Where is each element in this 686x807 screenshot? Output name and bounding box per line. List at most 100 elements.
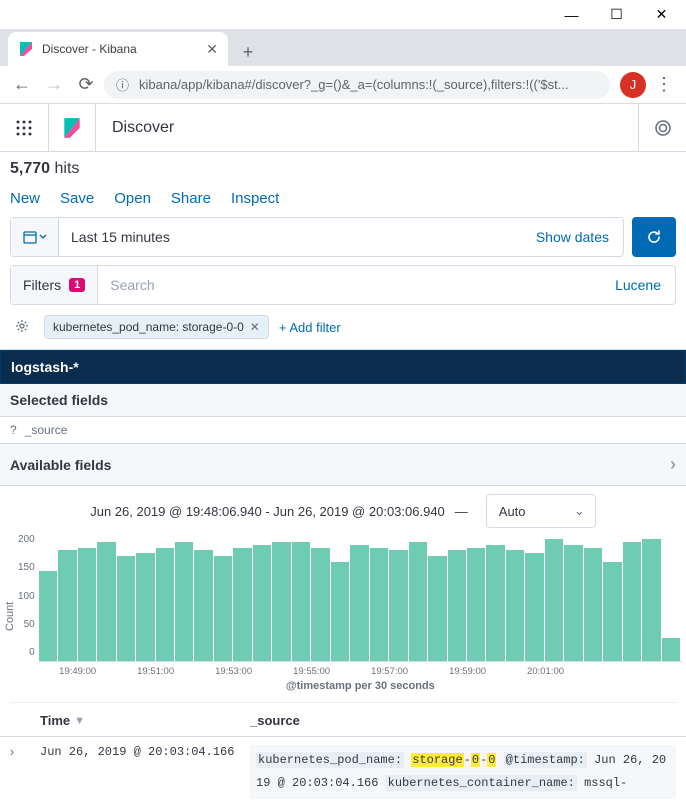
chart-bar[interactable]: [564, 545, 582, 661]
column-time[interactable]: Time▼: [40, 713, 250, 728]
results-table-header: Time▼ _source: [0, 705, 686, 737]
chart-bars[interactable]: [39, 532, 682, 662]
chart-bar[interactable]: [370, 548, 388, 661]
chevron-right-icon: ›: [670, 454, 676, 475]
kibana-logo-icon[interactable]: [48, 104, 96, 152]
chart-bar[interactable]: [292, 542, 310, 661]
x-axis-ticks: 19:49:0019:51:0019:53:0019:55:0019:57:00…: [39, 662, 682, 676]
chart-bar[interactable]: [662, 638, 680, 661]
new-link[interactable]: New: [10, 190, 40, 207]
window-titlebar: — ☐ ✕: [0, 0, 686, 30]
chart-bar[interactable]: [584, 548, 602, 661]
sort-desc-icon: ▼: [74, 715, 85, 727]
chart-bar[interactable]: [311, 548, 329, 661]
chart-bar[interactable]: [331, 562, 349, 661]
share-link[interactable]: Share: [171, 190, 211, 207]
new-tab-button[interactable]: +: [234, 38, 262, 66]
y-axis-label: Count: [2, 532, 18, 700]
datepicker[interactable]: Last 15 minutes Show dates: [10, 217, 624, 257]
window-minimize[interactable]: —: [549, 1, 594, 29]
add-filter-link[interactable]: + Add filter: [279, 320, 341, 335]
chart-bar[interactable]: [58, 550, 76, 661]
query-language-link[interactable]: Lucene: [601, 277, 675, 293]
filter-settings-icon[interactable]: [10, 319, 34, 336]
table-row: › Jun 26, 2019 @ 20:03:04.166 kubernetes…: [0, 737, 686, 807]
browser-tab[interactable]: Discover - Kibana ✕: [8, 32, 228, 66]
reload-button[interactable]: ⟳: [72, 71, 100, 99]
chart-bar[interactable]: [428, 556, 446, 661]
chevron-down-icon: ⌄: [574, 503, 585, 519]
site-info-icon: ⓘ: [116, 75, 129, 94]
chart-bar[interactable]: [350, 545, 368, 661]
tab-close-icon[interactable]: ✕: [206, 41, 218, 58]
calendar-icon[interactable]: [11, 218, 59, 256]
interval-select[interactable]: Auto ⌄: [486, 494, 596, 528]
chart-bar[interactable]: [506, 550, 524, 661]
row-source: kubernetes_pod_name: storage-0-0 @timest…: [250, 745, 676, 799]
browser-menu-icon[interactable]: ⋮: [650, 74, 678, 95]
filter-bar: kubernetes_pod_name: storage-0-0 ✕ + Add…: [0, 313, 686, 350]
selected-fields-header: Selected fields: [0, 384, 686, 417]
remove-filter-icon[interactable]: ✕: [250, 320, 260, 334]
address-bar[interactable]: ⓘ kibana/app/kibana#/discover?_g=()&_a=(…: [104, 71, 610, 99]
save-link[interactable]: Save: [60, 190, 94, 207]
chart-bar[interactable]: [194, 550, 212, 661]
chart-bar[interactable]: [642, 539, 660, 661]
date-range-text: Last 15 minutes: [59, 229, 522, 245]
chart-bar[interactable]: [78, 548, 96, 661]
filters-count-badge: 1: [69, 278, 85, 292]
chart-bar[interactable]: [525, 553, 543, 661]
url-text: kibana/app/kibana#/discover?_g=()&_a=(co…: [139, 77, 569, 92]
browser-toolbar: ← → ⟳ ⓘ kibana/app/kibana#/discover?_g=(…: [0, 66, 686, 104]
inspect-link[interactable]: Inspect: [231, 190, 279, 207]
show-dates-link[interactable]: Show dates: [522, 229, 623, 245]
chart-bar[interactable]: [253, 545, 271, 661]
column-source[interactable]: _source: [250, 713, 676, 728]
chart-bar[interactable]: [117, 556, 135, 661]
y-axis-ticks: 200150100500: [18, 532, 39, 672]
chart-bar[interactable]: [233, 548, 251, 661]
available-fields-header[interactable]: Available fields ›: [0, 444, 686, 486]
row-timestamp: Jun 26, 2019 @ 20:03:04.166: [40, 745, 250, 759]
hits-count: 5,770 hits: [0, 152, 686, 186]
chart-bar[interactable]: [467, 548, 485, 661]
refresh-button[interactable]: [632, 217, 676, 257]
app-switcher-icon[interactable]: [0, 120, 48, 136]
chart-bar[interactable]: [175, 542, 193, 661]
chart-bar[interactable]: [486, 545, 504, 661]
back-button[interactable]: ←: [8, 71, 36, 99]
header-help-icon[interactable]: [638, 104, 686, 152]
chart-bar[interactable]: [623, 542, 641, 661]
window-maximize[interactable]: ☐: [594, 1, 639, 29]
tab-title: Discover - Kibana: [42, 42, 206, 56]
filter-pill[interactable]: kubernetes_pod_name: storage-0-0 ✕: [44, 315, 269, 339]
expand-row-icon[interactable]: ›: [10, 745, 40, 759]
chart-bar[interactable]: [603, 562, 621, 661]
chart-bar[interactable]: [214, 556, 232, 661]
chart-bar[interactable]: [39, 571, 57, 661]
chart-header: Jun 26, 2019 @ 19:48:06.940 - Jun 26, 20…: [0, 486, 686, 532]
chart-time-range: Jun 26, 2019 @ 19:48:06.940 - Jun 26, 20…: [90, 504, 445, 519]
chart-bar[interactable]: [136, 553, 154, 661]
chart-bar[interactable]: [156, 548, 174, 661]
x-axis-label: @timestamp per 30 seconds: [39, 676, 682, 700]
forward-button[interactable]: →: [40, 71, 68, 99]
chart-bar[interactable]: [97, 542, 115, 661]
field-item-source[interactable]: ? _source: [0, 417, 686, 444]
chart-bar[interactable]: [448, 550, 466, 661]
search-bar: Filters 1 Search Lucene: [10, 265, 676, 305]
window-close[interactable]: ✕: [639, 1, 684, 29]
index-pattern-selector[interactable]: logstash-*: [0, 350, 686, 384]
chart-bar[interactable]: [389, 550, 407, 661]
chart-bar[interactable]: [409, 542, 427, 661]
profile-avatar[interactable]: J: [620, 72, 646, 98]
field-type-icon: ?: [10, 423, 17, 437]
open-link[interactable]: Open: [114, 190, 151, 207]
kibana-header: Discover: [0, 104, 686, 152]
search-input[interactable]: Search: [98, 277, 601, 293]
chart-bar[interactable]: [272, 542, 290, 661]
filters-button[interactable]: Filters 1: [11, 266, 98, 304]
chart-bar[interactable]: [545, 539, 563, 661]
top-actions: New Save Open Share Inspect: [0, 186, 686, 217]
kibana-favicon-icon: [18, 41, 34, 57]
